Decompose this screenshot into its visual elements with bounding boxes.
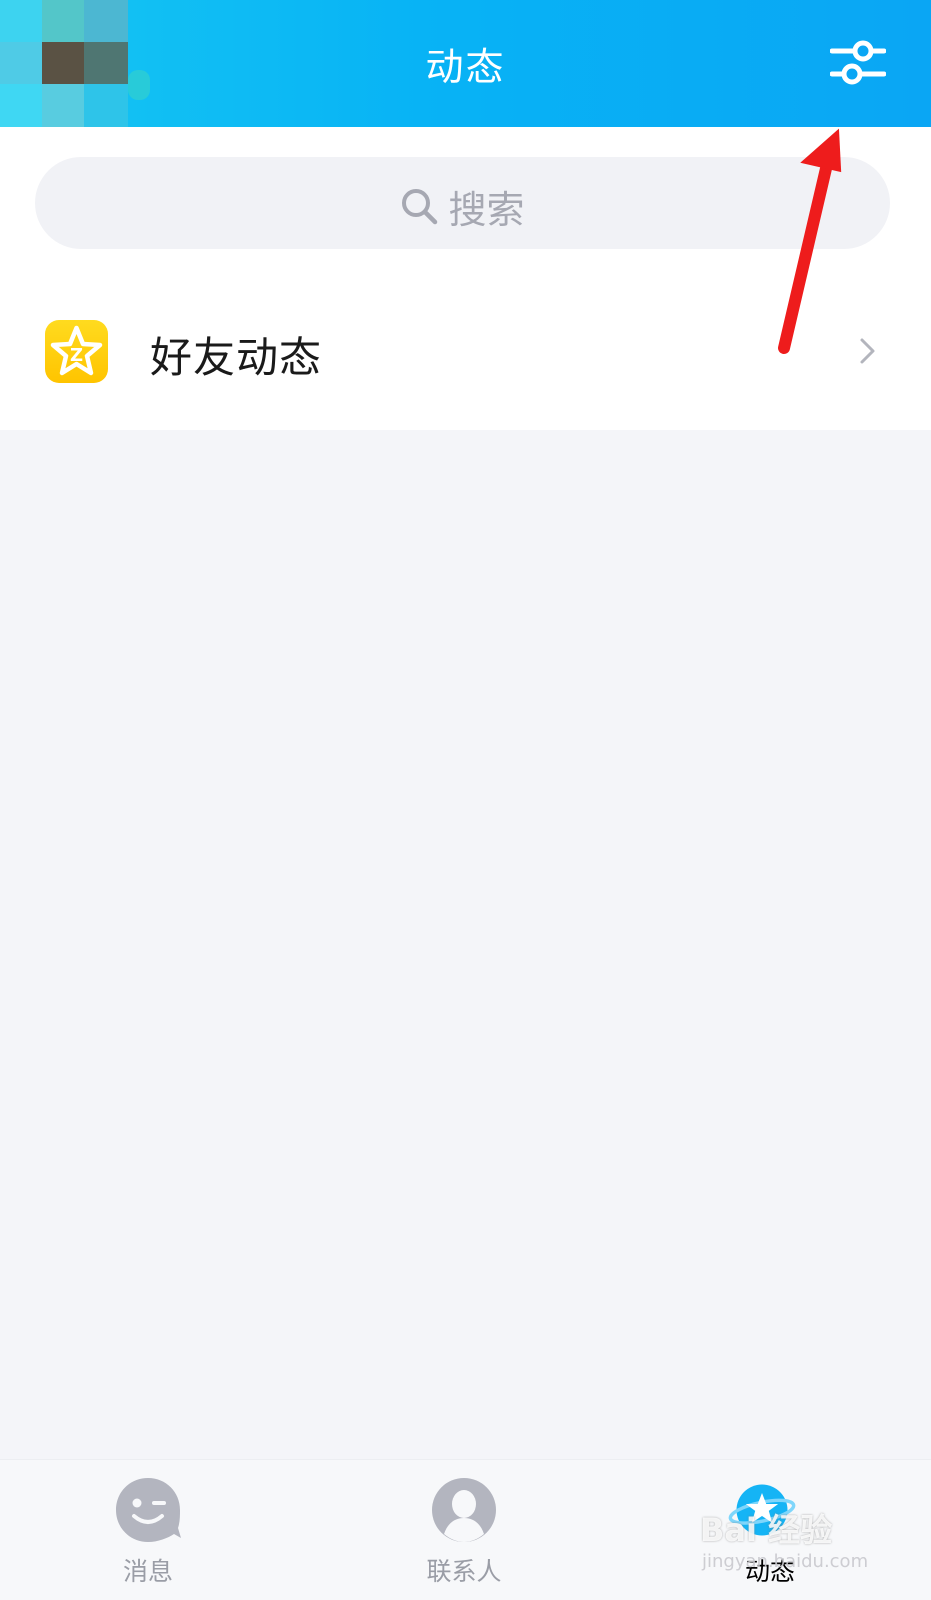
sliders-icon	[829, 40, 887, 85]
list-item-label: 好友动态	[150, 333, 323, 382]
search-placeholder: 搜索	[448, 188, 525, 232]
qzone-star-icon: Z	[45, 320, 108, 383]
search-icon	[402, 188, 438, 224]
top-header: 动态	[0, 0, 931, 127]
list-item-friend-feed[interactable]: Z 好友动态	[0, 270, 931, 430]
search-input[interactable]: 搜索	[35, 157, 890, 249]
contacts-person-icon	[432, 1478, 496, 1542]
bottom-tab-bar: 消息 联系人 动态	[0, 1459, 931, 1600]
tab-messages[interactable]: 消息	[58, 1460, 238, 1600]
page-title: 动态	[425, 45, 506, 89]
tab-label: 动态	[744, 1557, 795, 1586]
search-placeholder-group: 搜索	[35, 179, 890, 234]
tab-label: 联系人	[426, 1557, 502, 1586]
star-planet-icon	[728, 1484, 796, 1536]
svg-text:Z: Z	[70, 345, 83, 366]
tab-label: 消息	[122, 1557, 173, 1586]
tab-feed[interactable]: 动态	[680, 1460, 860, 1600]
tab-contacts[interactable]: 联系人	[374, 1460, 554, 1600]
chevron-right-icon	[860, 338, 875, 364]
search-section: 搜索	[0, 127, 931, 270]
message-face-icon	[116, 1478, 181, 1542]
filter-settings-button[interactable]	[829, 36, 887, 90]
